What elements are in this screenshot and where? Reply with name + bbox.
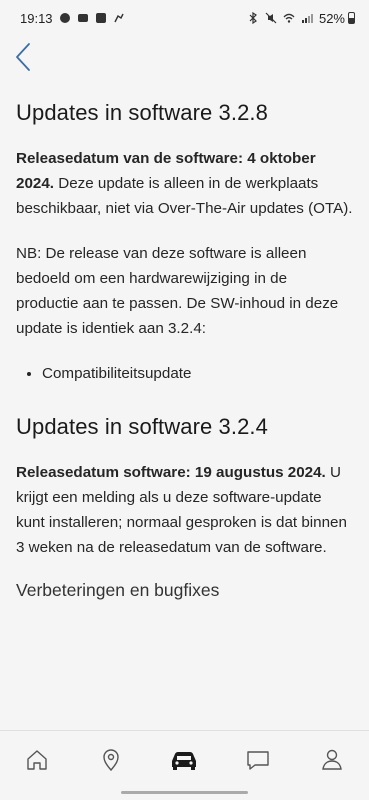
chat-icon bbox=[77, 14, 88, 22]
whatsapp-icon bbox=[59, 13, 70, 23]
release-info-328: Deze update is alleen in de werkplaats b… bbox=[16, 175, 353, 217]
media-icon bbox=[95, 13, 106, 23]
nav-home[interactable] bbox=[17, 740, 57, 780]
wifi-icon bbox=[283, 13, 295, 23]
nav-messages[interactable] bbox=[238, 740, 278, 780]
nav-profile[interactable] bbox=[312, 740, 352, 780]
status-left: 19:13 bbox=[20, 11, 125, 26]
profile-icon bbox=[322, 749, 342, 770]
mute-icon bbox=[265, 12, 277, 24]
battery-status: 52% bbox=[319, 11, 355, 26]
update-list-328: Compatibiliteitsupdate bbox=[16, 361, 353, 386]
section-title-328: Updates in software 3.2.8 bbox=[16, 100, 268, 125]
cat-icon bbox=[113, 13, 124, 23]
signal-icon bbox=[301, 14, 313, 23]
section-title-324: Updates in software 3.2.4 bbox=[16, 414, 268, 439]
location-pin-icon bbox=[102, 748, 119, 771]
home-indicator[interactable] bbox=[121, 791, 248, 794]
bluetooth-icon bbox=[249, 12, 257, 24]
note-paragraph-328: NB: De release van deze software is alle… bbox=[16, 245, 339, 337]
nav-car[interactable] bbox=[164, 740, 204, 780]
back-button[interactable] bbox=[8, 40, 38, 74]
home-icon bbox=[27, 749, 47, 770]
list-item: Compatibiliteitsupdate bbox=[42, 361, 353, 386]
car-icon bbox=[172, 751, 197, 770]
status-bar: 19:13 52% bbox=[0, 0, 369, 36]
status-time: 19:13 bbox=[20, 10, 53, 26]
battery-icon bbox=[348, 12, 355, 24]
release-notes-content: Updates in software 3.2.8 Releasedatum v… bbox=[16, 100, 353, 601]
battery-percentage: 52% bbox=[318, 10, 345, 26]
nav-location[interactable] bbox=[91, 740, 131, 780]
release-date-paragraph-324: Releasedatum software: 19 augustus 2024.… bbox=[16, 460, 353, 560]
chevron-left-icon bbox=[16, 43, 30, 71]
bottom-navigation bbox=[0, 730, 369, 800]
improvements-heading: Verbeteringen en bugfixes bbox=[16, 580, 220, 600]
status-right: 52% bbox=[247, 11, 355, 26]
release-date-324: Releasedatum software: 19 augustus 2024. bbox=[16, 464, 326, 481]
release-date-paragraph-328: Releasedatum van de software: 4 oktober … bbox=[16, 146, 353, 221]
message-icon bbox=[247, 750, 269, 770]
